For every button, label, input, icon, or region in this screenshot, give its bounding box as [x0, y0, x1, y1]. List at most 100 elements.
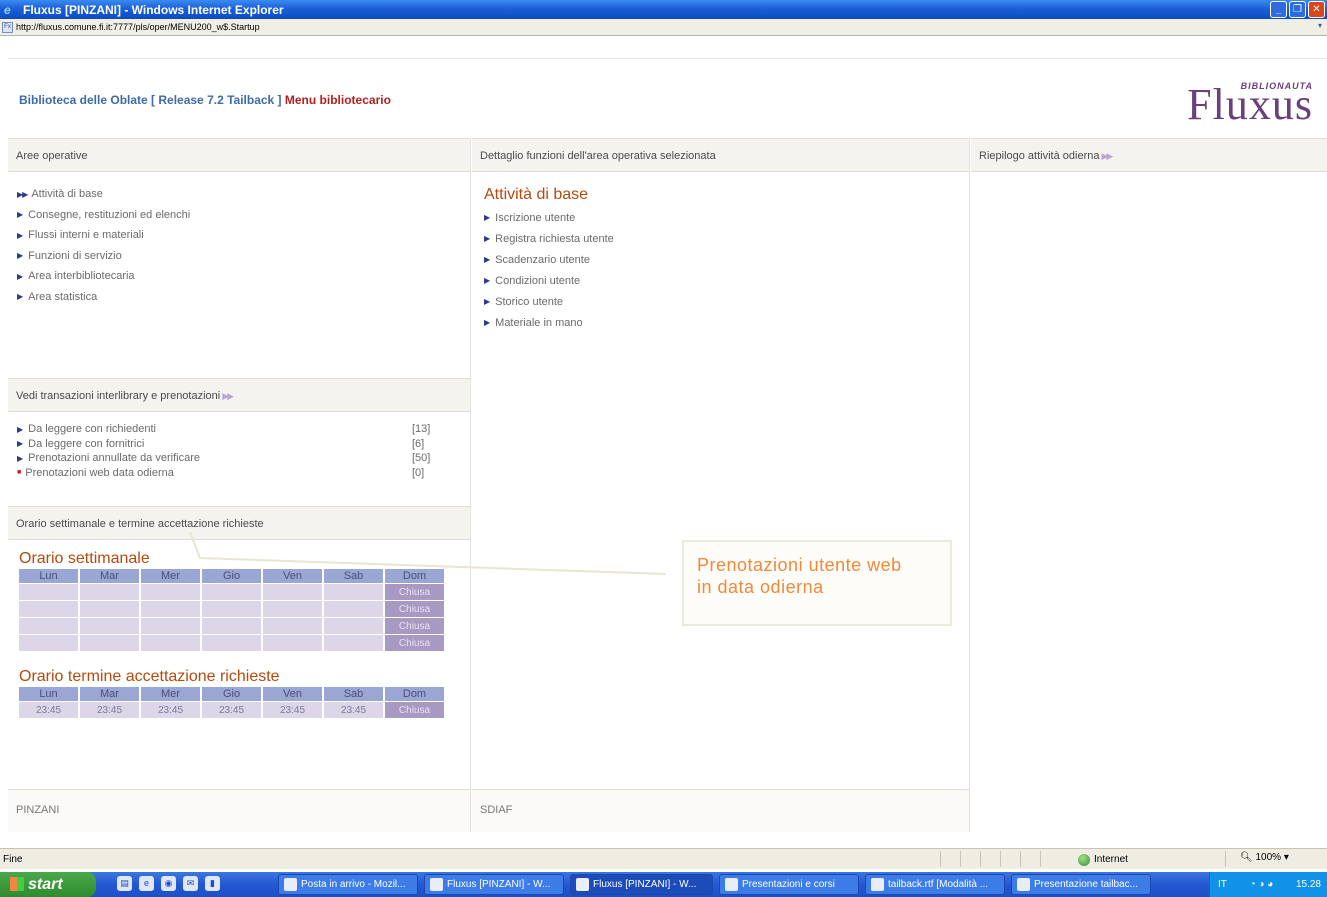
arrow-icon: ▶ [484, 255, 491, 264]
time-cell: 23:45 [80, 702, 139, 718]
transactions-header[interactable]: Vedi transazioni interlibrary e prenotaz… [8, 378, 470, 412]
transaction-item[interactable]: ▶ Da leggere con fornitrici [6] [17, 437, 470, 452]
red-square-icon: ■ [17, 469, 22, 477]
summary-header[interactable]: Riepilogo attività odierna ▶▶ [971, 138, 1327, 172]
quick-launch: ▤ e ◉ ✉ ▮ [117, 876, 220, 891]
detail-title: Attività di base [484, 186, 589, 203]
page-header: Biblioteca delle Oblate [ Release 7.2 Ta… [8, 58, 1327, 138]
window-controls: _ ❐ ✕ [1270, 1, 1325, 18]
areas-list: ▶▶ Attività di base ▶ Consegne, restituzio… [8, 172, 470, 307]
taskbar-item[interactable]: Fluxus [PINZANI] - W... [424, 874, 564, 895]
detail-list: ▶ Iscrizione utente ▶ Registra richiesta u… [472, 204, 969, 333]
deadline-hours: Orario termine accettazione richieste Lu… [8, 668, 470, 719]
transaction-item[interactable]: ▶ Da leggere con richiedenti [13] [17, 422, 470, 437]
language-indicator[interactable]: IT [1218, 879, 1227, 890]
callout-line: in data odierna [697, 577, 824, 597]
magnifier-icon: 🔍︎ [1240, 852, 1253, 863]
detail-item[interactable]: ▶ Condizioni utente [484, 270, 969, 291]
taskbar-item[interactable]: tailback.rtf [Modalità ... [865, 874, 1005, 895]
day-header: Sab [324, 569, 383, 583]
transaction-count: [13] [412, 423, 431, 436]
arrow-icon: ▶ [17, 230, 24, 240]
taskbar-item[interactable]: Presentazioni e corsi [719, 874, 859, 895]
library-name: Biblioteca delle Oblate [ Release 7.2 Ta… [19, 93, 282, 107]
document-icon [871, 878, 884, 891]
window-titlebar: e Fluxus [PINZANI] - Windows Internet Ex… [0, 0, 1327, 19]
time-cell: 23:45 [324, 702, 383, 718]
chevron-down-icon[interactable]: ▾ [1284, 852, 1289, 863]
closed-cell: Chiusa [385, 601, 444, 617]
left-column: Aree operative ▶▶ Attività di base ▶ Conse… [8, 138, 471, 832]
deadline-table: Lun Mar Mer Gio Ven Sab Dom 23:45 23:45 … [17, 686, 446, 719]
arrow-icon: ▶ [484, 234, 491, 243]
zoom-level[interactable]: 100% [1255, 852, 1281, 863]
closed-cell: Chiusa [385, 584, 444, 600]
ie-icon [430, 878, 443, 891]
closed-cell: Chiusa [385, 618, 444, 634]
day-header: Mer [141, 569, 200, 583]
status-text: Fine [3, 853, 23, 865]
arrow-icon: ▶ [17, 424, 24, 434]
detail-item[interactable]: ▶ Scadenzario utente [484, 249, 969, 270]
desktop-icon[interactable]: ▤ [117, 876, 132, 891]
user-footer: PINZANI [8, 789, 470, 832]
menu-label[interactable]: Menu bibliotecario [285, 93, 391, 107]
tray-icons[interactable]: ◔ ◑ ◕ [1250, 879, 1274, 890]
transaction-count: [50] [412, 452, 431, 465]
double-arrow-icon: ▶▶ [17, 189, 28, 199]
detail-item[interactable]: ▶ Iscrizione utente [484, 207, 969, 228]
app-icon[interactable]: ▮ [205, 876, 220, 891]
transaction-item[interactable]: ■ Prenotazioni web data odierna [0] [17, 466, 470, 481]
area-item[interactable]: ▶ Area interbibliotecaria [17, 266, 470, 287]
system-tray: IT ◔ ◑ ◕ 15.28 [1209, 872, 1327, 897]
minimize-button[interactable]: _ [1270, 1, 1287, 18]
areas-header: Aree operative [8, 138, 470, 172]
time-cell: 23:45 [263, 702, 322, 718]
time-cell: 23:45 [141, 702, 200, 718]
maximize-button[interactable]: ❐ [1289, 1, 1306, 18]
day-header: Dom [385, 569, 444, 583]
arrow-icon: ▶ [484, 297, 491, 306]
chevron-down-icon[interactable]: ▾ [1315, 21, 1325, 33]
detail-item[interactable]: ▶ Materiale in mano [484, 312, 969, 333]
table-row: Chiusa [19, 635, 444, 651]
arrow-icon: ▶ [484, 318, 491, 327]
day-header: Ven [263, 569, 322, 583]
table-row: Chiusa [19, 584, 444, 600]
detail-item[interactable]: ▶ Storico utente [484, 291, 969, 312]
zoom-control[interactable]: 🔍︎ 100% ▾ [1240, 852, 1289, 863]
day-header: Ven [263, 687, 322, 701]
taskbar-item-active[interactable]: Fluxus [PINZANI] - W... [570, 874, 713, 895]
arrow-icon: ▶ [484, 213, 491, 222]
security-zone: Internet [1078, 851, 1128, 868]
weekly-hours: Orario settimanale Lun Mar Mer Gio Ven S… [8, 550, 470, 652]
start-button[interactable]: start [0, 872, 96, 897]
day-header: Gio [202, 687, 261, 701]
ie-icon [576, 878, 589, 891]
area-item[interactable]: ▶▶ Attività di base [17, 184, 470, 205]
arrow-icon: ▶ [17, 210, 24, 220]
table-row: 23:45 23:45 23:45 23:45 23:45 23:45 Chiu… [19, 702, 444, 718]
taskbar-item[interactable]: Posta in arrivo - Mozil... [278, 874, 418, 895]
weekly-title: Orario settimanale [19, 550, 150, 567]
area-item[interactable]: ▶ Consegne, restituzioni ed elenchi [17, 205, 470, 226]
close-button[interactable]: ✕ [1308, 1, 1325, 18]
right-column: Riepilogo attività odierna ▶▶ [971, 138, 1327, 832]
taskbar-item[interactable]: Presentazione tailbac... [1011, 874, 1151, 895]
area-item[interactable]: ▶ Funzioni di servizio [17, 246, 470, 267]
media-icon[interactable]: ◉ [161, 876, 176, 891]
callout-line: Prenotazioni utente web [697, 555, 902, 575]
table-row: Chiusa [19, 618, 444, 634]
transaction-item[interactable]: ▶ Prenotazioni annullate da verificare [50… [17, 451, 470, 466]
mail-icon [284, 878, 297, 891]
address-bar[interactable]: Fx http://fluxus.comune.fi.it:7777/pls/o… [0, 19, 1327, 36]
folder-icon [725, 878, 738, 891]
area-item[interactable]: ▶ Flussi interni e materiali [17, 225, 470, 246]
mail-icon[interactable]: ✉ [183, 876, 198, 891]
page-icon: Fx [2, 21, 13, 33]
arrow-icon: ▶ [17, 271, 24, 281]
url-text[interactable]: http://fluxus.comune.fi.it:7777/pls/oper… [16, 22, 260, 32]
area-item[interactable]: ▶ Area statistica [17, 287, 470, 308]
ie-icon[interactable]: e [139, 876, 154, 891]
detail-item[interactable]: ▶ Registra richiesta utente [484, 228, 969, 249]
